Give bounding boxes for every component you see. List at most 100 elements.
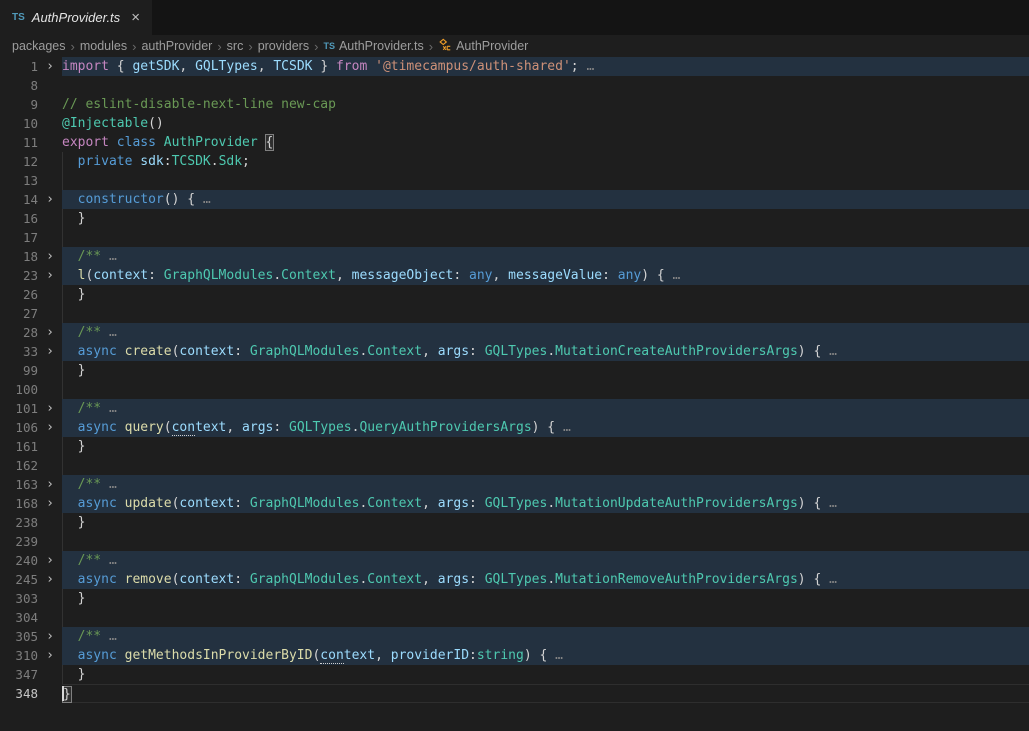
fold-gutter (38, 133, 62, 152)
breadcrumb-item-src[interactable]: src (227, 39, 244, 53)
breadcrumb-item-authprovider-ts[interactable]: TSAuthProvider.ts (323, 39, 423, 53)
code-text[interactable]: async query(context, args: GQLTypes.Quer… (62, 418, 1029, 437)
code-text[interactable]: async getMethodsInProviderByID(context, … (62, 646, 1029, 665)
code-line[interactable]: 13 (0, 171, 1029, 190)
code-line[interactable]: 26 } (0, 285, 1029, 304)
code-line[interactable]: 304 (0, 608, 1029, 627)
code-text[interactable]: } (62, 209, 1029, 228)
code-text[interactable] (62, 532, 1029, 551)
breadcrumb-item-modules[interactable]: modules (80, 39, 127, 53)
code-line[interactable]: 168› async update(context: GraphQLModule… (0, 494, 1029, 513)
code-text[interactable]: } (62, 665, 1029, 684)
fold-chevron-icon[interactable]: › (38, 190, 62, 209)
token: getMethodsInProviderByID (125, 648, 313, 663)
code-line[interactable]: 305› /** … (0, 627, 1029, 646)
code-text[interactable]: @Injectable() (62, 114, 1029, 133)
code-line[interactable]: 106› async query(context, args: GQLTypes… (0, 418, 1029, 437)
code-text[interactable] (62, 171, 1029, 190)
token: /** (78, 249, 109, 264)
code-text[interactable]: /** … (62, 247, 1029, 266)
code-text[interactable]: constructor() { … (62, 190, 1029, 209)
code-text[interactable]: /** … (62, 551, 1029, 570)
code-text[interactable]: /** … (62, 627, 1029, 646)
token: . (547, 496, 555, 511)
code-line[interactable]: 161 } (0, 437, 1029, 456)
code-line[interactable]: 310› async getMethodsInProviderByID(cont… (0, 646, 1029, 665)
breadcrumb-item-providers[interactable]: providers (258, 39, 309, 53)
code-line[interactable]: 163› /** … (0, 475, 1029, 494)
code-text[interactable]: l(context: GraphQLModules.Context, messa… (62, 266, 1029, 285)
code-line[interactable]: 23› l(context: GraphQLModules.Context, m… (0, 266, 1029, 285)
fold-chevron-icon[interactable]: › (38, 57, 62, 76)
code-line[interactable]: 27 (0, 304, 1029, 323)
code-text[interactable]: import { getSDK, GQLTypes, TCSDK } from … (62, 57, 1029, 76)
code-text[interactable]: // eslint-disable-next-line new-cap (62, 95, 1029, 114)
token (62, 496, 78, 511)
fold-chevron-icon[interactable]: › (38, 266, 62, 285)
code-line[interactable]: 17 (0, 228, 1029, 247)
code-line[interactable]: 239 (0, 532, 1029, 551)
code-line[interactable]: 28› /** … (0, 323, 1029, 342)
code-text[interactable] (62, 380, 1029, 399)
code-line[interactable]: 8 (0, 76, 1029, 95)
code-text[interactable]: } (62, 684, 1029, 703)
fold-chevron-icon[interactable]: › (38, 570, 62, 589)
code-text[interactable]: } (62, 513, 1029, 532)
breadcrumb-item-packages[interactable]: packages (12, 39, 66, 53)
code-text[interactable] (62, 228, 1029, 247)
code-line[interactable]: 348} (0, 684, 1029, 703)
code-text[interactable]: /** … (62, 475, 1029, 494)
code-text[interactable]: async update(context: GraphQLModules.Con… (62, 494, 1029, 513)
breadcrumb-item-authprovider[interactable]: AuthProvider (438, 38, 528, 55)
code-text[interactable]: async create(context: GraphQLModules.Con… (62, 342, 1029, 361)
code-line[interactable]: 303 } (0, 589, 1029, 608)
code-line[interactable]: 14› constructor() { … (0, 190, 1029, 209)
code-text[interactable]: async remove(context: GraphQLModules.Con… (62, 570, 1029, 589)
line-number: 347 (0, 665, 38, 684)
token (62, 192, 78, 207)
code-text[interactable]: } (62, 285, 1029, 304)
code-line[interactable]: 240› /** … (0, 551, 1029, 570)
code-line[interactable]: 100 (0, 380, 1029, 399)
fold-chevron-icon[interactable]: › (38, 475, 62, 494)
fold-chevron-icon[interactable]: › (38, 342, 62, 361)
code-line[interactable]: 245› async remove(context: GraphQLModule… (0, 570, 1029, 589)
code-text[interactable] (62, 456, 1029, 475)
tab-authprovider[interactable]: TS AuthProvider.ts × (0, 0, 152, 35)
code-line[interactable]: 347 } (0, 665, 1029, 684)
code-editor[interactable]: 1›import { getSDK, GQLTypes, TCSDK } fro… (0, 57, 1029, 731)
code-text[interactable]: private sdk:TCSDK.Sdk; (62, 152, 1029, 171)
fold-chevron-icon[interactable]: › (38, 646, 62, 665)
code-text[interactable]: } (62, 437, 1029, 456)
code-text[interactable]: /** … (62, 323, 1029, 342)
code-line[interactable]: 238 } (0, 513, 1029, 532)
fold-chevron-icon[interactable]: › (38, 494, 62, 513)
fold-chevron-icon[interactable]: › (38, 418, 62, 437)
fold-chevron-icon[interactable]: › (38, 627, 62, 646)
code-text[interactable] (62, 76, 1029, 95)
token: … (829, 572, 837, 587)
code-text[interactable] (62, 304, 1029, 323)
code-line[interactable]: 10@Injectable() (0, 114, 1029, 133)
code-text[interactable]: } (62, 589, 1029, 608)
code-line[interactable]: 11export class AuthProvider { (0, 133, 1029, 152)
code-line[interactable]: 99 } (0, 361, 1029, 380)
fold-chevron-icon[interactable]: › (38, 399, 62, 418)
code-text[interactable]: } (62, 361, 1029, 380)
code-text[interactable] (62, 608, 1029, 627)
code-line[interactable]: 16 } (0, 209, 1029, 228)
fold-chevron-icon[interactable]: › (38, 551, 62, 570)
code-line[interactable]: 101› /** … (0, 399, 1029, 418)
code-line[interactable]: 33› async create(context: GraphQLModules… (0, 342, 1029, 361)
code-text[interactable]: /** … (62, 399, 1029, 418)
code-line[interactable]: 18› /** … (0, 247, 1029, 266)
breadcrumb-item-authprovider[interactable]: authProvider (141, 39, 212, 53)
code-line[interactable]: 162 (0, 456, 1029, 475)
code-line[interactable]: 1›import { getSDK, GQLTypes, TCSDK } fro… (0, 57, 1029, 76)
code-text[interactable]: export class AuthProvider { (62, 133, 1029, 152)
close-icon[interactable]: × (131, 10, 140, 25)
fold-chevron-icon[interactable]: › (38, 323, 62, 342)
code-line[interactable]: 12 private sdk:TCSDK.Sdk; (0, 152, 1029, 171)
code-line[interactable]: 9// eslint-disable-next-line new-cap (0, 95, 1029, 114)
fold-chevron-icon[interactable]: › (38, 247, 62, 266)
